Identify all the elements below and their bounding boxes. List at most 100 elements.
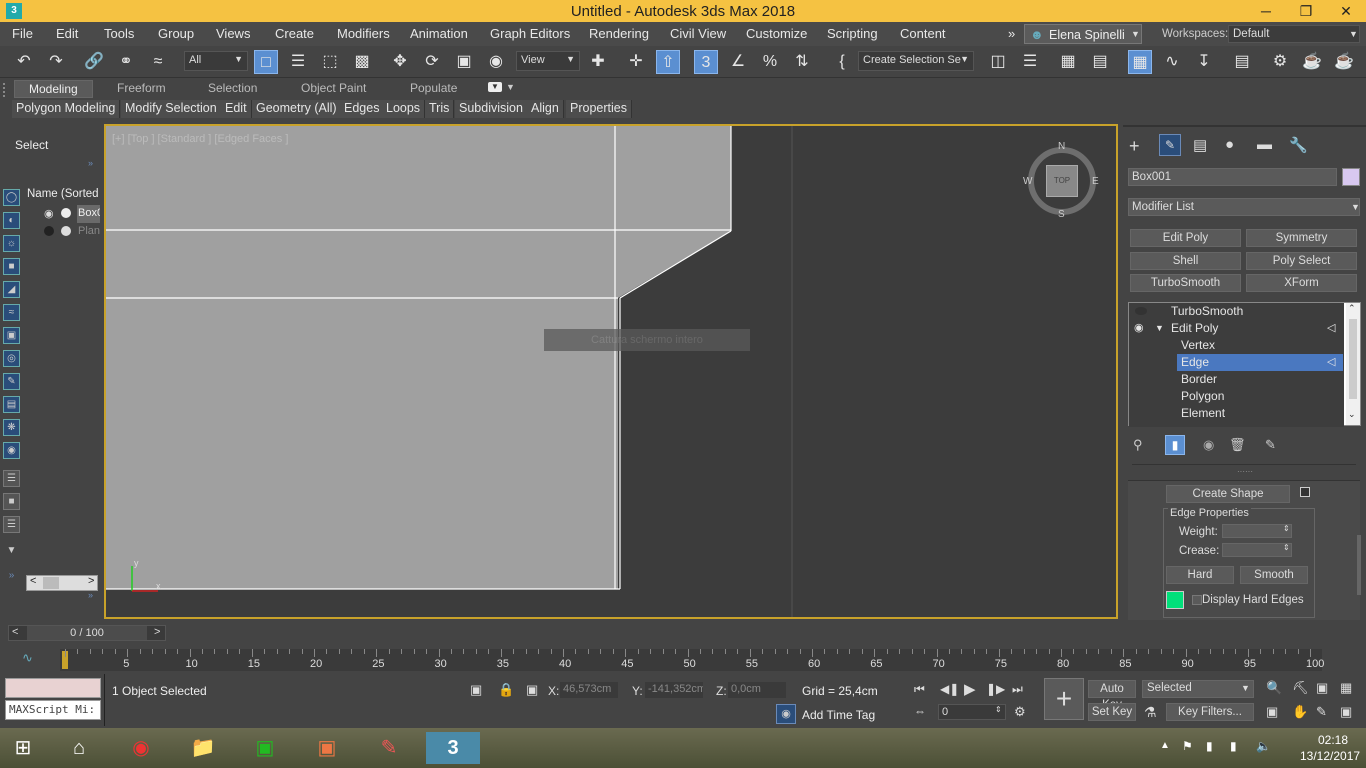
window-crossing-icon[interactable]: ▩ xyxy=(350,50,374,74)
hidden-icon[interactable] xyxy=(44,226,54,236)
hard-edge-color-swatch[interactable] xyxy=(1166,591,1184,609)
pivot-center-icon[interactable]: ✚ xyxy=(586,50,610,74)
viewport-label[interactable]: [+] [Top ] [Standard ] [Edged Faces ] xyxy=(112,133,288,145)
chevron-down-icon[interactable]: ⌄ xyxy=(1348,409,1356,420)
layer-explorer-icon[interactable]: ▦ xyxy=(1056,50,1080,74)
placement-icon[interactable]: ◉ xyxy=(484,50,508,74)
zoom-icon[interactable]: 🔍 xyxy=(1266,680,1282,696)
modifier-list-dropdown[interactable]: Modifier List ▼ xyxy=(1128,198,1360,216)
photos-icon[interactable]: ▣ xyxy=(308,732,346,764)
menu-animation[interactable]: Animation xyxy=(410,26,468,41)
ribbon-edges[interactable]: Edges xyxy=(340,100,385,118)
configure-modifier-sets-icon[interactable]: ✎ xyxy=(1265,437,1276,453)
render-setup-icon[interactable]: ⚙ xyxy=(1268,50,1292,74)
scene-explorer-icon[interactable]: ▤ xyxy=(1088,50,1112,74)
move-icon[interactable]: ✥ xyxy=(388,50,412,74)
goto-end-icon[interactable]: ⏭ xyxy=(1012,682,1023,697)
tab-populate[interactable]: Populate xyxy=(410,81,457,95)
chevron-up-icon[interactable]: ⌃ xyxy=(1348,303,1356,314)
menu-scripting[interactable]: Scripting xyxy=(827,26,878,41)
key-filters-button[interactable]: Key Filters... xyxy=(1166,703,1254,721)
ribbon-toggle-icon[interactable]: ▦ xyxy=(1128,50,1152,74)
freeze-icon[interactable] xyxy=(61,226,71,236)
chevron-left-icon[interactable]: < xyxy=(12,626,18,638)
keyboard-shortcut-override-icon[interactable]: ⇧ xyxy=(656,50,680,74)
eye-icon[interactable]: ◉ xyxy=(1134,320,1144,337)
set-key-button[interactable]: Set Key xyxy=(1088,703,1136,721)
symmetry-button[interactable]: Symmetry xyxy=(1246,229,1357,247)
display-groups-icon[interactable]: ▣ xyxy=(3,327,20,344)
selection-filter-dropdown[interactable]: All ▼ xyxy=(184,51,248,71)
crease-spinner[interactable]: ⇕ xyxy=(1222,543,1292,557)
menu-edit[interactable]: Edit xyxy=(56,26,78,41)
display-containers-icon[interactable]: ▤ xyxy=(3,396,20,413)
goto-start-icon[interactable]: ⏮ xyxy=(914,682,925,697)
ribbon-tris[interactable]: Tris xyxy=(425,100,455,118)
zoom-extents-all-icon[interactable]: ▦ xyxy=(1340,680,1352,696)
menu-modifiers[interactable]: Modifiers xyxy=(337,26,390,41)
percent-snap-icon[interactable]: % xyxy=(758,50,782,74)
pan-icon[interactable]: ✋ xyxy=(1292,704,1308,720)
next-frame-icon[interactable]: ❚▶ xyxy=(986,682,1005,696)
flag-icon[interactable]: ⚑ xyxy=(1182,739,1193,753)
tab-freeform[interactable]: Freeform xyxy=(117,81,166,95)
freeze-icon[interactable] xyxy=(61,208,71,218)
stack-edit-poly[interactable]: ◉ ▼ Edit Poly ◁ xyxy=(1129,320,1344,337)
time-slider[interactable]: < 0 / 100 > xyxy=(8,625,166,641)
ribbon-geometry-all[interactable]: Geometry (All) xyxy=(252,100,342,118)
angle-snap-icon[interactable]: ∠ xyxy=(726,50,750,74)
box-mesh[interactable] xyxy=(106,126,731,589)
display-hidden-icon[interactable]: ◉ xyxy=(3,442,20,459)
workspace-dropdown[interactable]: Default ▼ xyxy=(1228,25,1360,43)
maxscript-listener[interactable] xyxy=(5,678,101,698)
menu-views[interactable]: Views xyxy=(216,26,250,41)
snaps-toggle-icon[interactable]: 3 xyxy=(694,50,718,74)
unlink-icon[interactable]: ⚭ xyxy=(114,50,138,74)
motion-panel-icon[interactable]: ● xyxy=(1225,136,1234,153)
maxscript-mini-input[interactable]: MAXScript Mi: xyxy=(5,700,101,720)
file-explorer-icon[interactable]: 📁 xyxy=(184,732,222,764)
remove-modifier-icon[interactable]: 🗑 xyxy=(1229,437,1246,453)
spinner-arrows-icon[interactable]: ⇕ xyxy=(1283,524,1290,533)
time-tag-icon[interactable]: ◉ xyxy=(776,704,796,724)
rollout-grip[interactable]: ······ xyxy=(1237,467,1253,476)
chevron-up-icon[interactable]: ▲ xyxy=(1160,740,1170,751)
current-frame-field[interactable]: 0 ⇕ xyxy=(938,704,1006,720)
list-icon[interactable]: ☰ xyxy=(3,470,20,487)
stack-turbosmooth[interactable]: TurboSmooth xyxy=(1129,303,1344,320)
set-key-icon[interactable]: + xyxy=(1044,678,1084,720)
document-icon[interactable]: ☰ xyxy=(3,516,20,533)
edit-poly-button[interactable]: Edit Poly xyxy=(1130,229,1241,247)
menu-create[interactable]: Create xyxy=(275,26,314,41)
stack-border[interactable]: Border xyxy=(1129,371,1344,388)
time-slider-thumb[interactable]: 0 / 100 xyxy=(27,626,147,640)
edit-named-selection-icon[interactable]: { xyxy=(830,50,854,74)
rendered-frame-icon[interactable]: ☕ xyxy=(1300,50,1324,74)
battery-icon[interactable]: ▮ xyxy=(1206,739,1213,753)
utilities-panel-icon[interactable]: 🔧 xyxy=(1289,136,1308,154)
scale-icon[interactable]: ▣ xyxy=(452,50,476,74)
menu-content[interactable]: Content xyxy=(900,26,946,41)
select-by-name-icon[interactable]: ☰ xyxy=(286,50,310,74)
absolute-mode-icon[interactable]: ▣ xyxy=(526,682,538,698)
chevron-down-icon[interactable]: ▼ xyxy=(506,82,515,92)
chrome-icon[interactable]: ◉ xyxy=(122,732,160,764)
volume-icon[interactable]: 🔈 xyxy=(1256,739,1271,753)
smooth-button[interactable]: Smooth xyxy=(1240,566,1308,584)
scroll-thumb[interactable] xyxy=(1349,319,1357,399)
store-icon[interactable]: ▣ xyxy=(246,732,284,764)
menu-graph-editors[interactable]: Graph Editors xyxy=(490,26,570,41)
render-icon[interactable]: ☕ xyxy=(1332,50,1356,74)
3ds-max-taskbar-icon[interactable]: 3 xyxy=(426,732,480,764)
curve-editor-mini-icon[interactable]: ∿ xyxy=(22,650,33,666)
user-account[interactable]: ☻ Elena Spinelli ▼ xyxy=(1024,24,1142,44)
previous-frame-icon[interactable]: ◀❚ xyxy=(940,682,959,696)
menu-tools[interactable]: Tools xyxy=(104,26,134,41)
tab-selection[interactable]: Selection xyxy=(208,81,257,95)
chevron-left-icon[interactable]: < xyxy=(30,575,36,587)
menu-more[interactable]: » xyxy=(1008,26,1015,41)
create-panel-icon[interactable]: + xyxy=(1129,136,1140,157)
hard-button[interactable]: Hard xyxy=(1166,566,1234,584)
track-bar[interactable]: ∿ 5 10 15 20 25 30 35 40 45 50 55 60 65 70 75 80 85 90 95 1… xyxy=(0,645,1366,673)
undo-icon[interactable]: ↶ xyxy=(12,50,36,74)
